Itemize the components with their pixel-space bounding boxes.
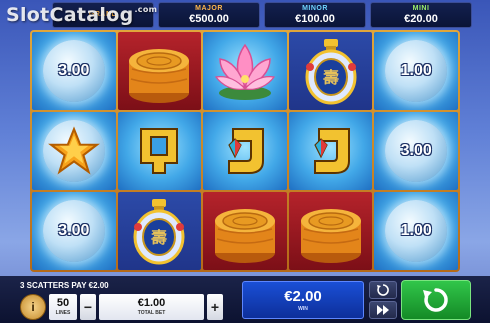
secondary-buttons [369,281,397,319]
spin-arrow-icon [423,288,448,312]
reel-cell [288,112,373,190]
snuff-bottle-icon: 壽 [133,199,185,265]
reel-cell: 3.00 [374,112,458,190]
reel-cell: 3.00 [32,32,116,110]
autoplay-icon [377,284,389,296]
lines-value: 50 [56,297,70,309]
reel-cell: 3.00 [32,192,116,270]
moon-icon: 1.00 [385,200,448,262]
reel-cell [117,112,202,190]
minus-icon: − [83,299,93,315]
info-icon: i [31,300,35,314]
lines-label: LINES [55,310,71,316]
total-bet-value: €1.00 [137,297,166,309]
jackpot-major-label: MAJOR [195,5,223,12]
bet-increase-button[interactable]: + [207,294,223,320]
turbo-button[interactable] [369,301,397,319]
bet-decrease-button[interactable]: − [80,294,96,320]
reel-5: 1.00 3.00 1.00 [374,32,458,270]
jackpot-mini: MINI €20.00 [370,2,472,28]
slotcatalog-watermark: SlotCatalog.com [6,4,157,26]
plus-icon: + [210,299,220,315]
info-button[interactable]: i [20,294,46,320]
reel-cell: 1.00 [374,192,458,270]
reel-grid: 3.00 3.00 壽 壽 1.00 3.00 1.00 [30,30,460,272]
jackpot-minor-label: MINOR [302,5,328,12]
reel-cell [288,192,373,270]
autoplay-button[interactable] [369,281,397,299]
reel-cell [203,32,287,110]
watermark-domain: .com [134,5,158,14]
win-label: WIN [298,305,308,312]
moon-value: 3.00 [58,62,90,79]
letter-j-icon [227,128,264,174]
watermark-text: SlotCatalog [6,4,134,26]
reel-cell [203,192,287,270]
jackpot-mini-value: €20.00 [404,13,438,25]
mooncake-icon [129,49,190,103]
reel-cell [32,112,116,190]
mooncake-icon [214,209,275,263]
mooncake-icon [300,209,361,263]
moon-icon: 3.00 [385,120,448,182]
moon-icon: 3.00 [42,200,105,262]
win-display: €2.00 WIN [242,281,364,319]
jackpot-minor: MINOR €100.00 [264,2,366,28]
moon-value: 3.00 [58,222,90,239]
lines-display: 50 LINES [49,294,77,320]
reel-cell [117,32,202,110]
lotus-icon [214,43,276,100]
star-icon [47,126,100,175]
moon-icon: 3.00 [42,40,105,102]
letter-q-icon [140,128,179,174]
letter-j-icon [313,128,350,174]
fast-forward-icon [377,305,389,315]
reel-cell: 壽 [117,192,202,270]
moon-value: 1.00 [400,62,432,79]
reel-cell: 壽 [288,32,373,110]
reel-2: 壽 [117,32,202,270]
reel-4: 壽 [288,32,373,270]
bet-controls: i 50 LINES − €1.00 TOTAL BET + [20,294,223,320]
jackpot-minor-value: €100.00 [295,13,335,25]
moon-value: 3.00 [400,142,432,159]
moon-icon [42,120,105,182]
svg-text:壽: 壽 [323,68,339,87]
spin-button[interactable] [401,280,471,320]
total-bet-label: TOTAL BET [137,310,166,316]
jackpot-major: MAJOR €500.00 [158,2,260,28]
win-value: €2.00 [284,287,322,305]
jackpot-major-value: €500.00 [189,13,229,25]
reel-1: 3.00 3.00 [32,32,116,270]
reel-3 [203,32,287,270]
reel-cell [203,112,287,190]
reel-cell: 1.00 [374,32,458,110]
moon-icon: 1.00 [385,40,448,102]
total-bet-display: €1.00 TOTAL BET [99,294,204,320]
svg-text:壽: 壽 [151,228,167,247]
scatter-pay-message: 3 SCATTERS PAY €2.00 [20,281,109,290]
jackpot-mini-label: MINI [412,5,430,12]
moon-value: 1.00 [400,222,432,239]
snuff-bottle-icon: 壽 [305,39,357,105]
